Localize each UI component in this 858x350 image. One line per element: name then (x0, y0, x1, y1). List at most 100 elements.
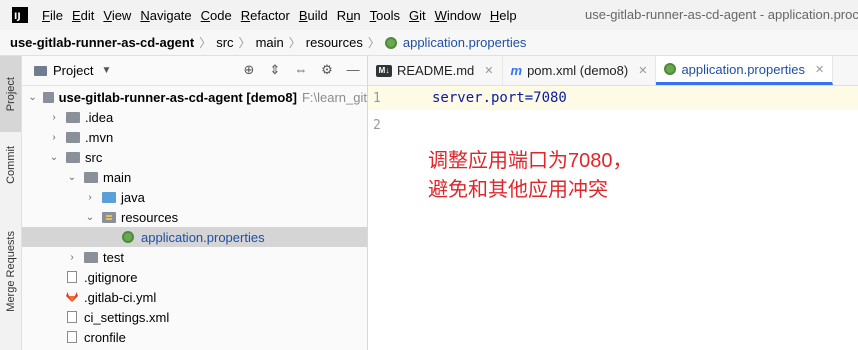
menu-git[interactable]: Git (409, 8, 426, 23)
editor-area: M↓ README.md ✕ m pom.xml (demo8) ✕ appli… (368, 56, 858, 350)
folder-icon (84, 171, 98, 183)
tree-item-label: java (121, 189, 145, 205)
spring-properties-icon (664, 63, 677, 75)
menu-navigate[interactable]: Navigate (140, 8, 191, 23)
breadcrumb-separator-icon: 〉 (367, 36, 380, 50)
tool-tab-commit-label: Commit (4, 146, 17, 184)
close-icon[interactable]: ✕ (484, 64, 493, 77)
tool-tab-commit[interactable]: Commit (0, 136, 21, 194)
breadcrumb-project[interactable]: use-gitlab-runner-as-cd-agent (10, 35, 194, 50)
resources-folder-icon (102, 211, 116, 223)
tree-item[interactable]: ⌄ main (22, 167, 367, 187)
menu-help[interactable]: Help (490, 8, 517, 23)
tree-item-label: .gitlab-ci.yml (84, 289, 157, 305)
tree-item-label: src (85, 149, 103, 165)
gear-icon[interactable]: ⚙ (319, 62, 335, 78)
text-file-icon (66, 330, 78, 344)
folder-icon (66, 131, 80, 143)
text-file-icon (66, 310, 78, 324)
breadcrumb-separator-icon: 〉 (238, 36, 251, 50)
app-logo-icon[interactable]: IJ (12, 7, 28, 23)
menu-run[interactable]: Run (337, 8, 361, 23)
tree-item-label: cronfile (84, 329, 126, 345)
tab-pom[interactable]: m pom.xml (demo8) ✕ (503, 56, 657, 85)
tool-window-strip: Project Commit Merge Requests (0, 56, 22, 350)
tree-item[interactable]: ⌄ resources (22, 207, 367, 227)
chevron-down-icon[interactable]: ⌄ (28, 92, 37, 103)
tree-item[interactable]: › .idea (22, 107, 367, 127)
chevron-down-icon[interactable]: ⌄ (48, 152, 60, 163)
menu-view[interactable]: View (103, 8, 131, 23)
folder-icon (66, 151, 80, 163)
tab-application-properties[interactable]: application.properties ✕ (656, 56, 834, 85)
gitlab-icon (66, 292, 78, 302)
breadcrumb-src[interactable]: src (216, 35, 233, 50)
tree-item[interactable]: › test (22, 247, 367, 267)
tree-item-path: F:\learn_git (301, 89, 367, 105)
tab-pom-label: pom.xml (demo8) (527, 63, 629, 78)
annotation-text: 避免和其他应用冲突 (428, 179, 608, 201)
tool-tab-project[interactable]: Project (0, 56, 21, 132)
project-panel: Project ▼ ⊕ ⇕ ⇔ ⚙ — ⌄ use-gitlab-runner-a… (22, 56, 368, 350)
chevron-down-icon[interactable]: ⌄ (66, 172, 78, 183)
menu-refactor[interactable]: Refactor (241, 8, 290, 23)
spring-properties-icon (384, 36, 397, 50)
chevron-right-icon[interactable]: › (48, 112, 60, 123)
menu-tools[interactable]: Tools (370, 8, 400, 23)
tree-item[interactable]: .gitlab-ci.yml (22, 287, 367, 307)
close-icon[interactable]: ✕ (638, 64, 647, 77)
project-folder-icon (34, 65, 47, 76)
breadcrumb-file-label: application.properties (402, 35, 527, 50)
tree-item-label: ci_settings.xml (84, 309, 170, 325)
tree-item[interactable]: › java (22, 187, 367, 207)
tree-item-label: application.properties (141, 229, 265, 245)
tool-tab-merge-requests[interactable]: Merge Requests (0, 216, 21, 326)
menu-build[interactable]: Build (299, 8, 328, 23)
close-icon[interactable]: ✕ (815, 63, 824, 76)
menu-file[interactable]: File (42, 8, 63, 23)
tree-item[interactable]: cronfile (22, 327, 367, 347)
folder-icon (43, 91, 54, 103)
tree-item[interactable]: .gitignore (22, 267, 367, 287)
folder-icon (66, 111, 80, 123)
annotation-text: 调整应用端口为7080， (428, 150, 633, 172)
project-panel-header: Project ▼ ⊕ ⇕ ⇔ ⚙ — (22, 56, 367, 86)
chevron-right-icon[interactable]: › (84, 192, 96, 203)
locate-icon[interactable]: ⊕ (241, 62, 257, 78)
tree-item[interactable]: ⌄ src (22, 147, 367, 167)
expand-all-icon[interactable]: ⇕ (267, 62, 283, 78)
breadcrumb-file[interactable]: application.properties (384, 35, 527, 50)
chevron-right-icon[interactable]: › (66, 252, 78, 263)
chevron-down-icon[interactable]: ▼ (101, 65, 111, 76)
breadcrumb-resources[interactable]: resources (306, 35, 363, 50)
menu-code[interactable]: Code (201, 8, 232, 23)
tree-item-label: test (103, 249, 124, 265)
line-number: 2 (373, 118, 381, 133)
chevron-right-icon[interactable]: › (48, 132, 60, 143)
tab-readme[interactable]: M↓ README.md ✕ (368, 56, 503, 85)
breadcrumb: use-gitlab-runner-as-cd-agent 〉 src 〉 ma… (0, 30, 858, 56)
tree-item[interactable]: application.properties (22, 227, 367, 247)
code-line[interactable]: server.port=7080 (432, 90, 567, 106)
menu-edit[interactable]: Edit (72, 8, 94, 23)
breadcrumb-separator-icon: 〉 (288, 36, 301, 50)
tree-item-label: .idea (85, 109, 114, 125)
minimize-icon[interactable]: — (345, 62, 361, 78)
menu-window[interactable]: Window (435, 8, 481, 23)
spring-properties-icon (120, 230, 135, 244)
tab-readme-label: README.md (397, 63, 475, 78)
source-folder-icon (102, 191, 116, 203)
project-panel-title[interactable]: Project (53, 63, 93, 78)
tree-item[interactable]: ci_settings.xml (22, 307, 367, 327)
editor-tabs: M↓ README.md ✕ m pom.xml (demo8) ✕ appli… (368, 56, 858, 86)
collapse-all-icon[interactable]: ⇔ (293, 62, 309, 78)
chevron-down-icon[interactable]: ⌄ (84, 212, 96, 223)
tree-item[interactable]: › .mvn (22, 127, 367, 147)
menu-items: File Edit View Navigate Code Refactor Build Run… (42, 8, 526, 23)
tree-item[interactable]: ⌄ use-gitlab-runner-as-cd-agent [demo8] F:… (22, 87, 367, 107)
tree-item-label: resources (121, 209, 179, 225)
breadcrumb-main[interactable]: main (256, 35, 284, 50)
breadcrumb-separator-icon: 〉 (199, 36, 212, 50)
window-title: use-gitlab-runner-as-cd-agent - applicat… (585, 7, 858, 22)
folder-icon (84, 251, 98, 263)
